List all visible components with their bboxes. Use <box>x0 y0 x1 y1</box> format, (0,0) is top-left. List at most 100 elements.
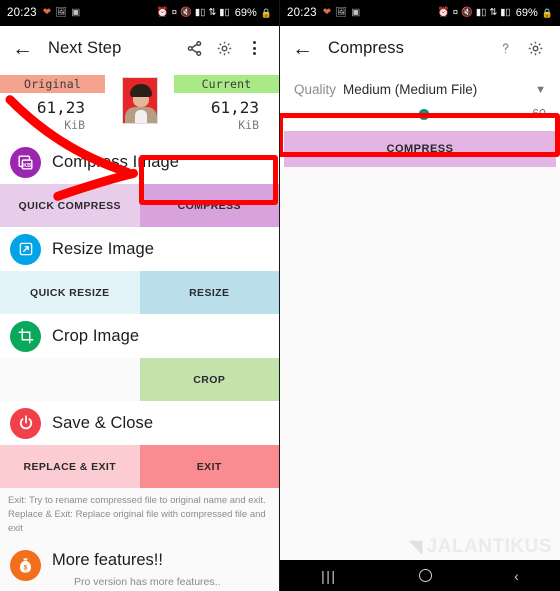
heart-icon: ❤ <box>42 7 52 18</box>
quality-label: Quality <box>294 82 337 97</box>
app-bar-right: ← Compress <box>280 26 560 70</box>
watermark: ◥ JALANTIKUS <box>409 536 552 558</box>
quick-compress-button[interactable]: QUICK COMPRESS <box>0 184 140 227</box>
status-left-icons: ❤ 🖼 ▣ <box>43 8 80 18</box>
section-crop-image: Crop Image CROP <box>0 314 279 401</box>
section-save-close: Save & Close REPLACE & EXIT EXIT <box>0 401 279 488</box>
status-right-icons: ⏰ ¤ 🔇 ▮▯ ⇅ ▮▯ 69% 🔒 <box>438 7 553 19</box>
status-time: 20:23 <box>7 7 37 19</box>
battery-lock-icon: 🔒 <box>260 7 272 18</box>
watermark-text: JALANTIKUS <box>426 536 552 557</box>
save-close-button-row: REPLACE & EXIT EXIT <box>0 445 279 488</box>
signal-icon: ▮▯ <box>194 7 206 19</box>
bluetooth-icon: ¤ <box>171 7 177 19</box>
screenshot-icon: ▣ <box>71 7 81 19</box>
gear-icon[interactable] <box>211 35 237 61</box>
resize-image-header: Resize Image <box>0 227 279 271</box>
gear-icon[interactable] <box>522 35 548 61</box>
home-icon[interactable] <box>418 569 432 582</box>
svg-text:KB: KB <box>23 162 31 168</box>
crop-row-spacer <box>0 358 140 401</box>
compress-highlight-box <box>280 113 560 157</box>
current-unit: KiB <box>238 118 259 132</box>
right-content-area: ◥ JALANTIKUS <box>280 167 560 560</box>
alarm-icon: ⏰ <box>156 7 169 19</box>
quality-row[interactable]: Quality Medium (Medium File) ▼ <box>280 70 560 101</box>
bluetooth-icon: ¤ <box>452 7 458 19</box>
status-time: 20:23 <box>287 7 317 19</box>
original-unit: KiB <box>64 118 85 132</box>
more-features-title: More features!! <box>52 551 163 570</box>
resize-button[interactable]: RESIZE <box>139 271 279 314</box>
current-label: Current <box>174 75 279 93</box>
image-icon: 🖼 <box>55 7 68 19</box>
signal-icon: ▮▯ <box>475 7 487 19</box>
heart-icon: ❤ <box>322 7 332 18</box>
section-resize-image: Resize Image QUICK RESIZE RESIZE <box>0 227 279 314</box>
back-icon[interactable]: ‹ <box>514 568 519 584</box>
photo-thumbnail[interactable] <box>121 77 158 124</box>
current-column: Current 61,23 KiB <box>174 75 279 132</box>
resize-icon <box>10 233 41 265</box>
thumb-hair <box>129 84 152 97</box>
more-features-section: $ More features!! Pro version has more f… <box>0 544 279 591</box>
crop-button-row: CROP <box>0 358 279 401</box>
thumb-shirt <box>134 110 147 123</box>
crop-image-title: Crop Image <box>52 326 140 345</box>
wifi-hotspot-icon: ⇅ <box>208 7 217 19</box>
chevron-down-icon[interactable]: ▼ <box>535 84 546 96</box>
dual-screenshot: 20:23 ❤ 🖼 ▣ ⏰ ¤ 🔇 ▮▯ ⇅ ▮▯ 69% 🔒 ← Next S… <box>0 0 560 591</box>
app-bar-left: ← Next Step <box>0 26 279 70</box>
exit-note: Exit: Try to rename compressed file to o… <box>0 488 279 545</box>
compress-highlight-box <box>139 155 278 205</box>
overflow-dots <box>252 41 256 55</box>
exit-button[interactable]: EXIT <box>139 445 279 488</box>
wifi-hotspot-icon: ⇅ <box>489 7 498 19</box>
battery-percent: 69% <box>515 7 538 19</box>
quality-value: Medium (Medium File) <box>343 82 478 97</box>
left-screen: 20:23 ❤ 🖼 ▣ ⏰ ¤ 🔇 ▮▯ ⇅ ▮▯ 69% 🔒 ← Next S… <box>0 0 280 591</box>
watermark-logo-icon: ◥ <box>409 537 423 556</box>
share-icon[interactable] <box>181 35 207 61</box>
crop-icon <box>10 320 41 352</box>
resize-button-row: QUICK RESIZE RESIZE <box>0 271 279 314</box>
quick-resize-button[interactable]: QUICK RESIZE <box>0 271 140 314</box>
kb-compress-icon: KB <box>10 146 41 178</box>
page-title: Compress <box>328 38 404 57</box>
alarm-icon: ⏰ <box>437 7 450 19</box>
back-button[interactable]: ← <box>292 38 314 59</box>
page-title: Next Step <box>48 38 122 57</box>
more-features-list: Pro version has more features.. 1. No li… <box>52 574 221 591</box>
replace-exit-button[interactable]: REPLACE & EXIT <box>0 445 140 488</box>
screenshot-icon: ▣ <box>351 7 361 19</box>
money-bag-icon: $ <box>10 550 41 582</box>
status-bar-right: 20:23 ❤ 🖼 ▣ ⏰ ¤ 🔇 ▮▯ ⇅ ▮▯ 69% 🔒 <box>280 0 560 26</box>
save-close-title: Save & Close <box>52 413 154 432</box>
battery-percent: 69% <box>234 7 257 19</box>
crop-button[interactable]: CROP <box>139 358 279 401</box>
crop-image-header: Crop Image <box>0 314 279 358</box>
original-size: 61,23 <box>36 98 85 117</box>
pro-intro: Pro version has more features.. <box>74 576 221 589</box>
svg-text:$: $ <box>24 565 28 572</box>
recents-icon[interactable]: ||| <box>321 568 336 584</box>
resize-image-title: Resize Image <box>52 239 155 258</box>
status-bar-left: 20:23 ❤ 🖼 ▣ ⏰ ¤ 🔇 ▮▯ ⇅ ▮▯ 69% 🔒 <box>0 0 279 26</box>
right-screen: 20:23 ❤ 🖼 ▣ ⏰ ¤ 🔇 ▮▯ ⇅ ▮▯ 69% 🔒 ← Compre… <box>280 0 560 591</box>
original-column: Original 61,23 KiB <box>0 75 105 132</box>
more-vertical-icon[interactable] <box>241 35 267 61</box>
image-icon: 🖼 <box>335 7 348 19</box>
back-button[interactable]: ← <box>12 38 34 59</box>
more-features-body: More features!! Pro version has more fea… <box>52 550 221 591</box>
image-preview[interactable] <box>105 75 174 132</box>
signal2-icon: ▮▯ <box>219 7 230 19</box>
power-icon <box>10 407 41 439</box>
nav-bar-right: ||| ‹ <box>280 560 560 591</box>
help-icon[interactable] <box>492 35 518 61</box>
signal2-icon: ▮▯ <box>500 7 511 19</box>
mute-icon: 🔇 <box>180 7 192 19</box>
save-close-header: Save & Close <box>0 401 279 445</box>
current-size: 61,23 <box>210 98 259 117</box>
original-label: Original <box>0 75 105 93</box>
size-comparison: Original 61,23 KiB Current 61,23 KiB <box>0 70 279 140</box>
